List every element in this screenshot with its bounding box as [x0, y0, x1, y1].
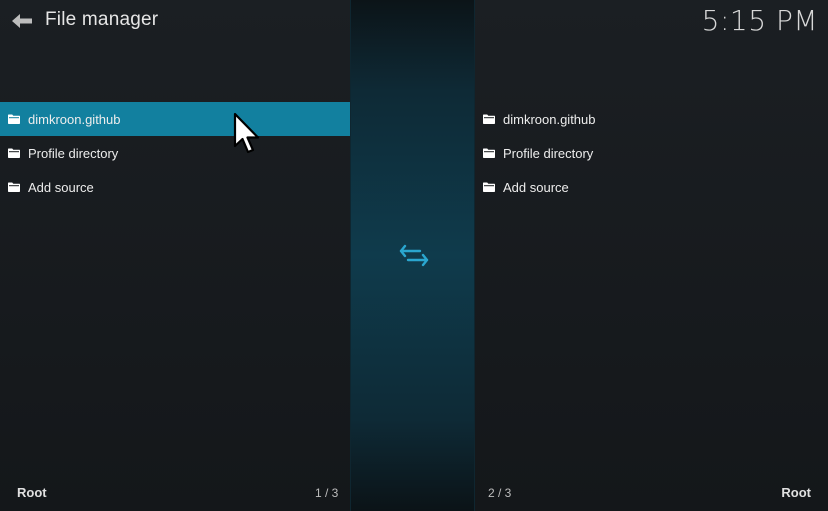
list-item[interactable]: Add source — [0, 170, 350, 204]
list-item[interactable]: Add source — [475, 170, 828, 204]
back-arrow-icon[interactable] — [9, 11, 35, 31]
right-item-count: 2 / 3 — [488, 486, 512, 500]
list-item-label: Profile directory — [503, 145, 594, 161]
list-item[interactable]: dimkroon.github — [475, 102, 828, 136]
left-item-count: 1 / 3 — [315, 486, 339, 500]
list-item-label: dimkroon.github — [28, 111, 121, 127]
folder-icon — [8, 148, 20, 158]
page-title: File manager — [45, 9, 159, 30]
left-pane — [0, 0, 350, 511]
list-item-label: dimkroon.github — [503, 111, 596, 127]
list-item-label: Profile directory — [28, 145, 119, 161]
file-manager-window: File manager 5:15 PM dimkroon.github Pro… — [0, 0, 828, 511]
list-item-label: Add source — [503, 179, 569, 195]
left-source-list: dimkroon.github Profile directory Add so… — [0, 102, 350, 204]
left-path-label: Root — [17, 485, 47, 500]
folder-icon — [483, 148, 495, 158]
list-item[interactable]: Profile directory — [475, 136, 828, 170]
list-item-label: Add source — [28, 179, 94, 195]
folder-icon — [483, 182, 495, 192]
folder-icon — [8, 114, 20, 124]
list-item[interactable]: Profile directory — [0, 136, 350, 170]
right-source-list: dimkroon.github Profile directory Add so… — [475, 102, 828, 204]
right-path-label: Root — [781, 485, 811, 500]
folder-icon — [8, 182, 20, 192]
swap-arrows-icon[interactable] — [398, 242, 430, 270]
header: File manager 5:15 PM — [0, 0, 828, 44]
right-pane — [475, 0, 828, 511]
clock: 5:15 PM — [701, 4, 818, 37]
folder-icon — [483, 114, 495, 124]
list-item[interactable]: dimkroon.github — [0, 102, 350, 136]
